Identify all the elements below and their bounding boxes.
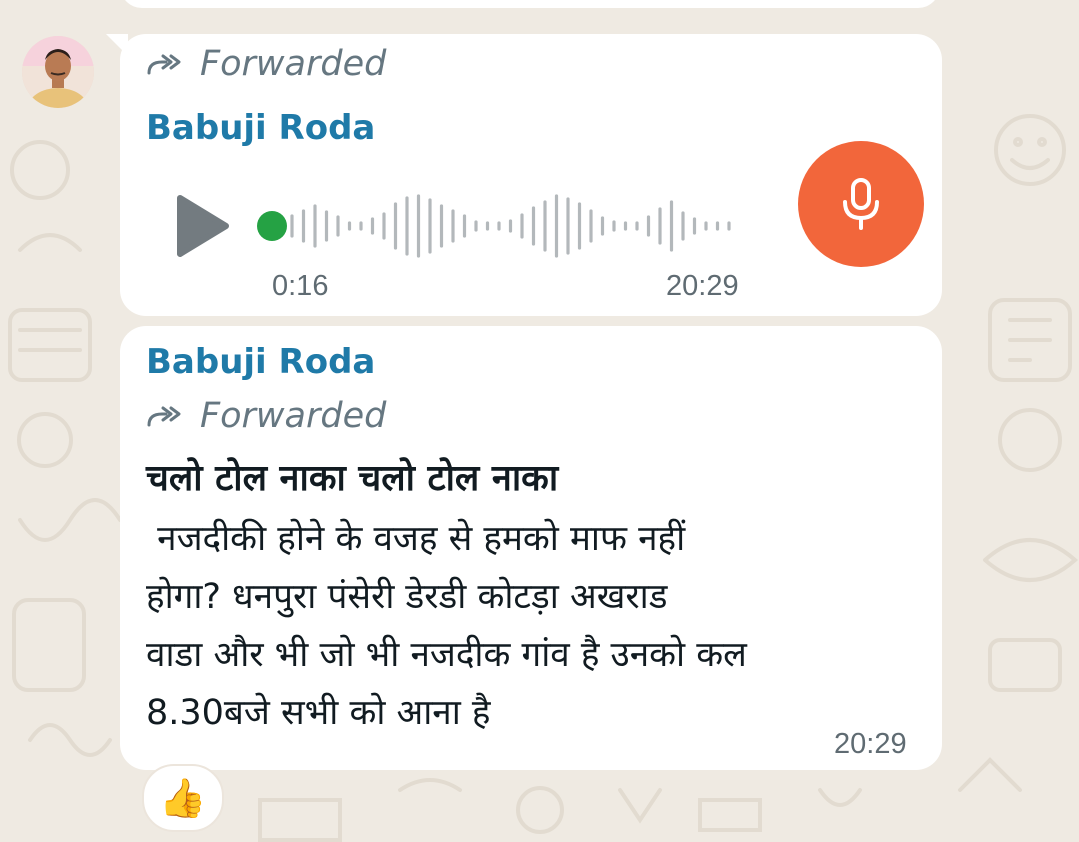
voice-duration: 0:16: [272, 270, 329, 302]
forwarded-text: Forwarded: [200, 44, 387, 84]
previous-message-bubble-edge: [120, 0, 940, 8]
forwarded-label-voice: Forwarded: [146, 44, 386, 84]
voice-note-mic-badge: [798, 141, 924, 267]
sender-name-text[interactable]: Babuji Roda: [146, 342, 375, 382]
playback-position-handle[interactable]: [257, 211, 287, 241]
reaction-badge[interactable]: 👍: [142, 764, 224, 832]
message-bold-heading: चलो टोल नाका चलो टोल नाका: [146, 458, 559, 499]
microphone-icon: [843, 178, 879, 230]
forwarded-label-text: Forwarded: [146, 396, 386, 436]
voice-message-time: 20:29: [666, 270, 739, 302]
text-message-time: 20:29: [834, 728, 907, 760]
sender-avatar[interactable]: [22, 36, 94, 108]
play-button[interactable]: [172, 192, 232, 260]
forwarded-text: Forwarded: [200, 396, 387, 436]
forwarded-icon: [147, 54, 181, 75]
message-body-text: नजदीकी होने के वजह से हमको माफ नहीं होगा…: [146, 519, 747, 733]
forwarded-icon: [147, 406, 181, 427]
thumbs-up-icon: 👍: [159, 775, 207, 820]
audio-waveform-scrubber[interactable]: [252, 192, 752, 260]
avatar-photo: [22, 36, 94, 108]
sender-name-voice[interactable]: Babuji Roda: [146, 108, 375, 148]
play-icon: [177, 195, 229, 257]
